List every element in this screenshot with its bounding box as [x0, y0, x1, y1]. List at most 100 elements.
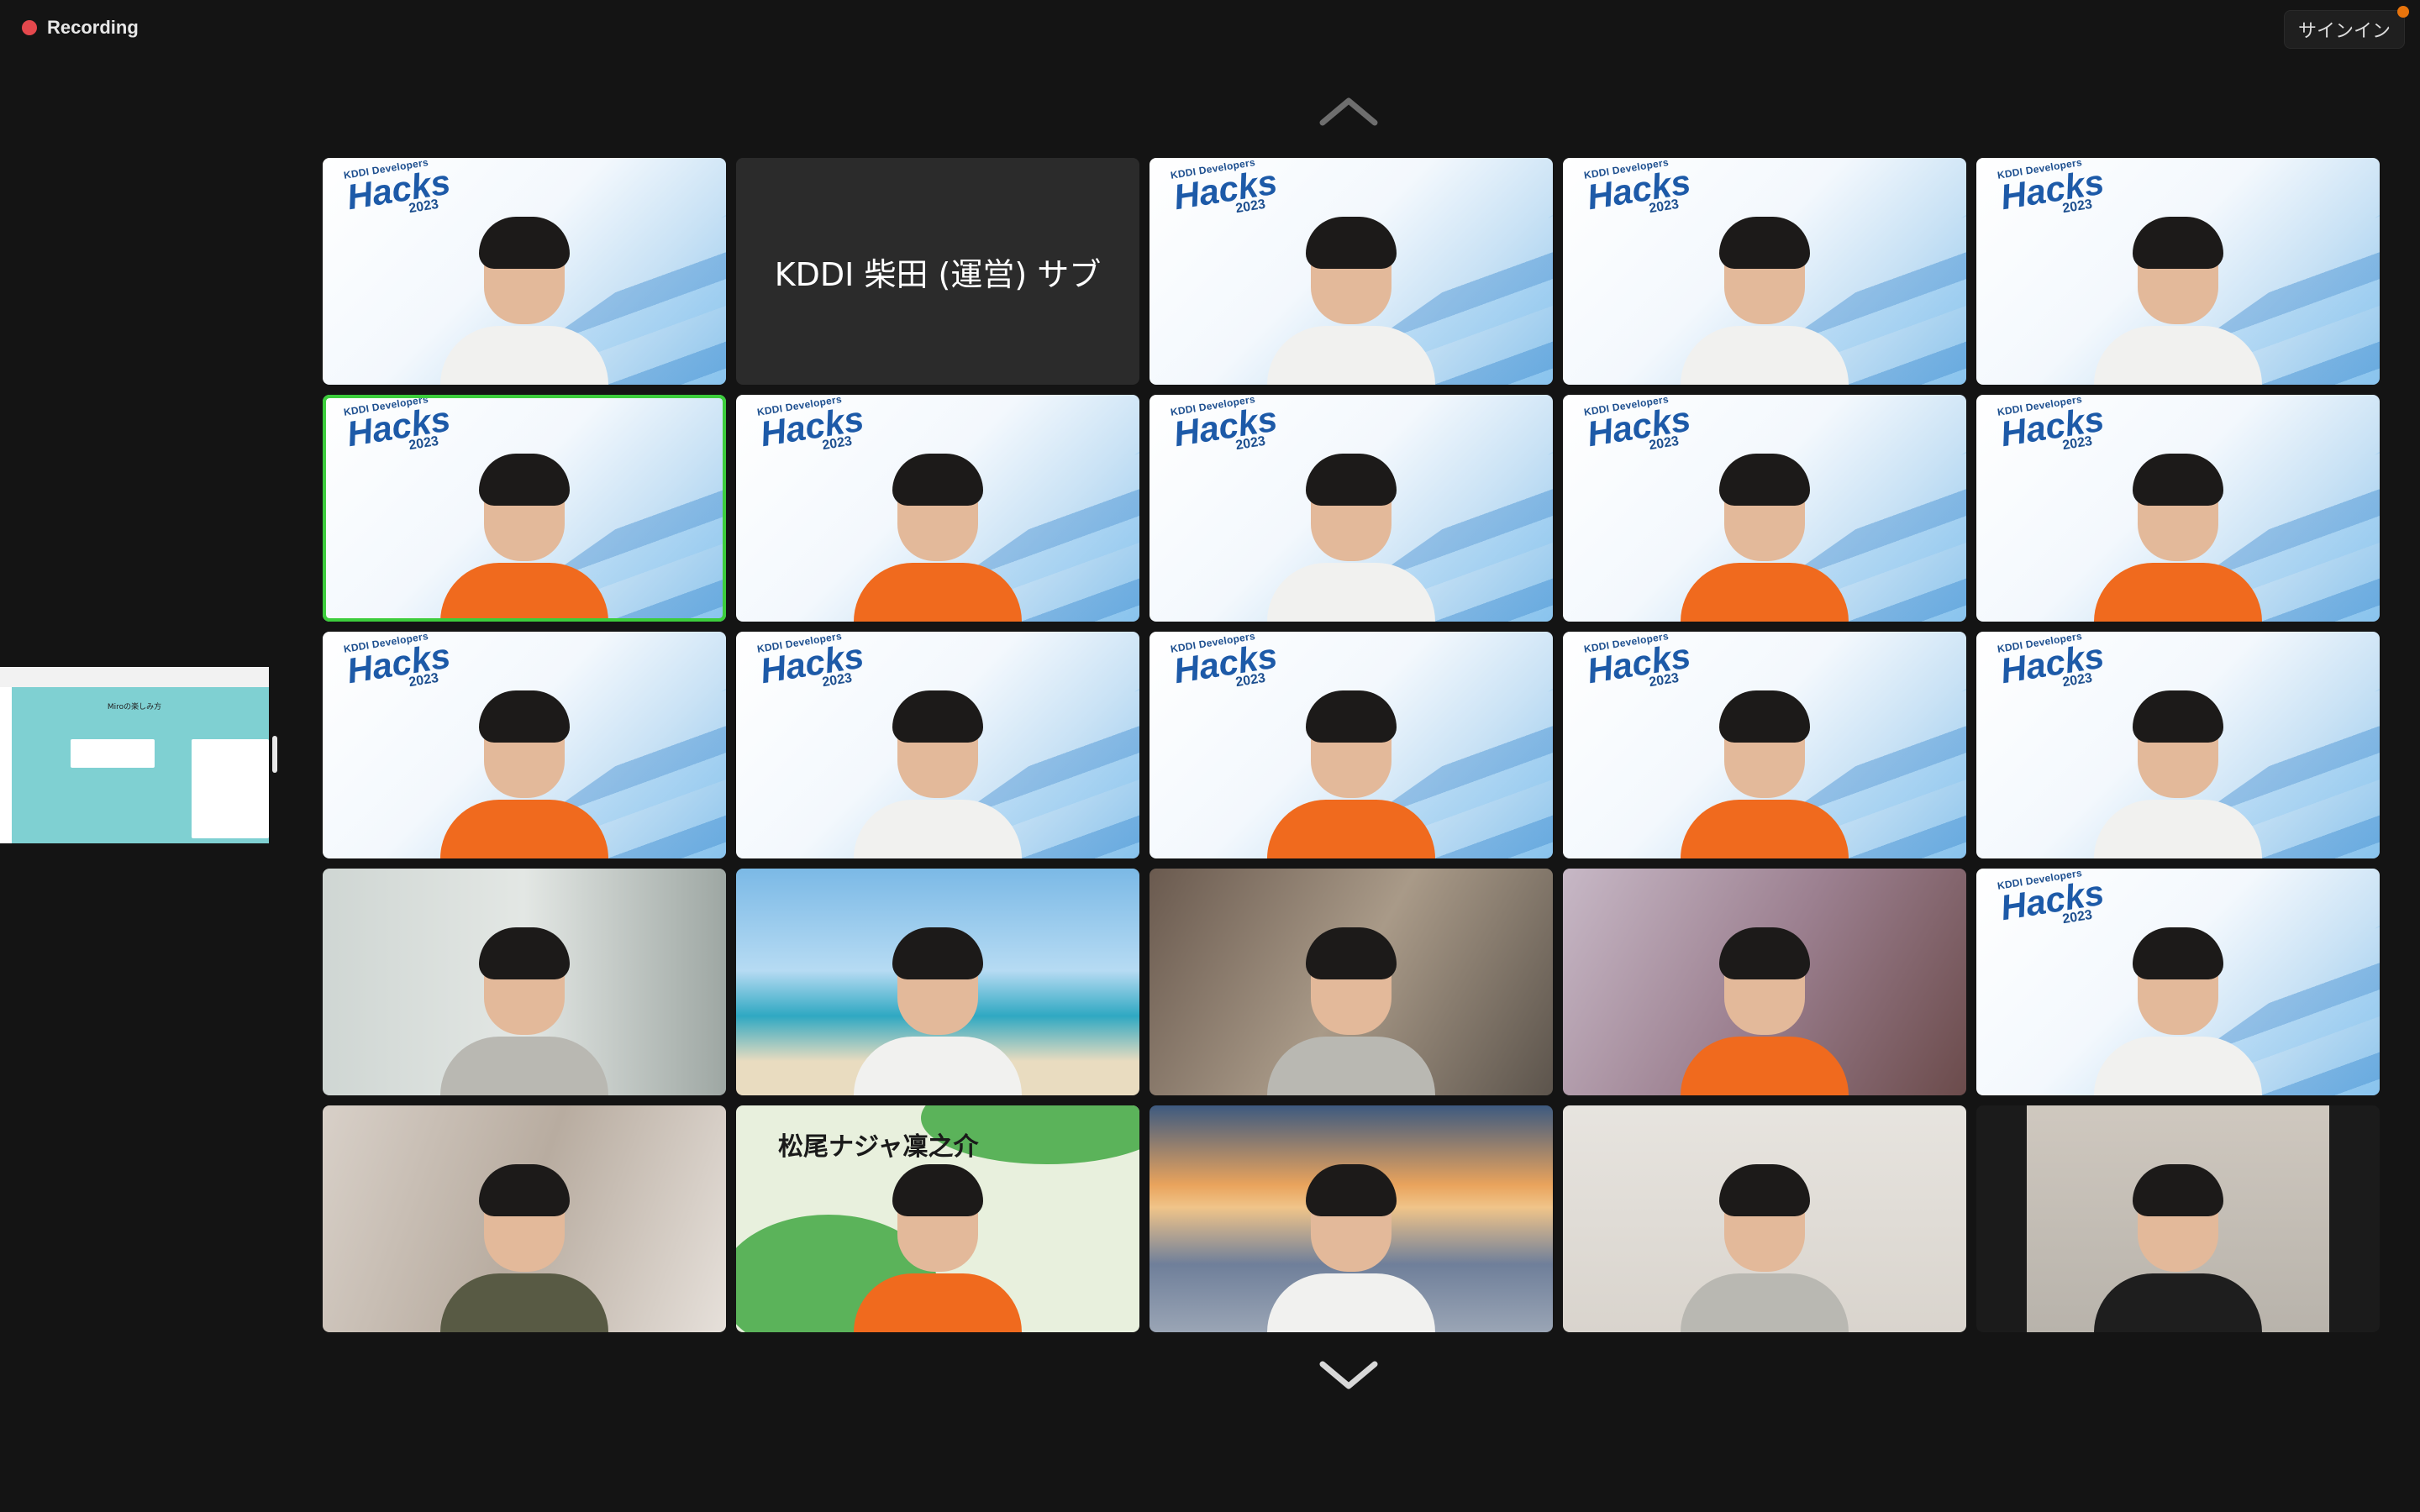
hacks-logo: KDDI Developers Hacks 2023 — [1996, 869, 2107, 937]
person-body — [1681, 326, 1849, 385]
person-body — [1267, 1037, 1435, 1095]
hacks-logo: KDDI Developers Hacks 2023 — [343, 395, 453, 463]
person-body — [440, 1037, 608, 1095]
person-body — [854, 1273, 1022, 1332]
chevron-down-icon[interactable] — [1319, 1359, 1378, 1393]
participant-video — [1267, 665, 1435, 858]
person-body — [1681, 800, 1849, 858]
participant-tile[interactable]: KDDI Developers Hacks 2023 — [323, 395, 726, 622]
signin-button[interactable]: サインイン — [2283, 6, 2409, 49]
participant-tile[interactable]: KDDI Developers Hacks 2023 — [1150, 158, 1553, 385]
participant-tile[interactable]: 松尾ナジャ凜之介 — [736, 1105, 1139, 1332]
recording-indicator[interactable]: Recording — [22, 15, 139, 40]
person-body — [440, 1273, 608, 1332]
participant-video — [440, 665, 608, 858]
thumbnail-resize-handle[interactable] — [272, 736, 277, 773]
participant-tile[interactable]: KDDI Developers Hacks 2023 — [1563, 632, 1966, 858]
hacks-logo: KDDI Developers Hacks 2023 — [1583, 632, 1693, 700]
participant-tile[interactable]: KDDI Developers Hacks 2023 — [1976, 395, 2380, 622]
person-hair — [479, 454, 570, 506]
hacks-logo: KDDI Developers Hacks 2023 — [343, 158, 453, 226]
hacks-logo: KDDI Developers Hacks 2023 — [1170, 395, 1280, 463]
participant-tile[interactable]: KDDI Developers Hacks 2023 — [323, 632, 726, 858]
participant-tile[interactable]: KDDI Developers Hacks 2023 — [1563, 158, 1966, 385]
person-body — [2094, 326, 2262, 385]
person-hair — [1719, 454, 1810, 506]
person-hair — [1306, 217, 1397, 269]
person-body — [440, 326, 608, 385]
person-hair — [479, 1164, 570, 1216]
participant-video — [854, 1139, 1022, 1332]
hacks-logo: KDDI Developers Hacks 2023 — [1170, 632, 1280, 700]
hacks-logo: KDDI Developers Hacks 2023 — [1996, 395, 2107, 463]
person-hair — [1306, 690, 1397, 743]
video-gallery: KDDI Developers Hacks 2023 KDDI 柴田 (運営) サブ K… — [323, 158, 2380, 1332]
person-body — [1681, 1273, 1849, 1332]
participant-video — [1681, 665, 1849, 858]
participant-video — [440, 192, 608, 385]
participant-video — [1681, 902, 1849, 1095]
hacks-logo: KDDI Developers Hacks 2023 — [1996, 632, 2107, 700]
participant-tile[interactable] — [1976, 1105, 2380, 1332]
participant-tile[interactable] — [736, 869, 1139, 1095]
hacks-logo: KDDI Developers Hacks 2023 — [343, 632, 453, 700]
participant-tile[interactable]: KDDI Developers Hacks 2023 — [1976, 632, 2380, 858]
person-body — [1681, 1037, 1849, 1095]
participant-tile[interactable] — [1563, 1105, 1966, 1332]
person-hair — [1719, 927, 1810, 979]
recording-label: Recording — [47, 17, 139, 38]
hacks-logo: KDDI Developers Hacks 2023 — [756, 632, 866, 700]
participant-tile[interactable]: KDDI Developers Hacks 2023 — [1150, 395, 1553, 622]
participant-tile[interactable]: KDDI Developers Hacks 2023 — [736, 395, 1139, 622]
participant-tile[interactable]: KDDI Developers Hacks 2023 — [323, 158, 726, 385]
person-hair — [2133, 927, 2223, 979]
participant-tile[interactable]: KDDI Developers Hacks 2023 — [1150, 632, 1553, 858]
hacks-logo: KDDI Developers Hacks 2023 — [1170, 158, 1280, 226]
shared-screen-thumbnail[interactable]: Miroの楽しみ方 — [0, 667, 269, 843]
person-hair — [1719, 217, 1810, 269]
hacks-logo: KDDI Developers Hacks 2023 — [1583, 158, 1693, 226]
participant-video — [854, 665, 1022, 858]
person-hair — [1719, 1164, 1810, 1216]
thumbnail-title: Miroの楽しみ方 — [107, 703, 162, 711]
participant-video — [1267, 192, 1435, 385]
participant-tile[interactable]: KDDI Developers Hacks 2023 — [1976, 158, 2380, 385]
person-body — [1267, 326, 1435, 385]
thumbnail-card — [192, 739, 269, 838]
participant-tile[interactable]: KDDI Developers Hacks 2023 — [736, 632, 1139, 858]
person-hair — [1719, 690, 1810, 743]
person-body — [1267, 563, 1435, 622]
participant-video — [854, 902, 1022, 1095]
participant-tile[interactable] — [1150, 869, 1553, 1095]
participant-tile[interactable] — [323, 869, 726, 1095]
person-hair — [1306, 454, 1397, 506]
participant-video — [1267, 902, 1435, 1095]
participant-tile[interactable] — [1563, 869, 1966, 1095]
person-hair — [892, 927, 983, 979]
person-hair — [479, 690, 570, 743]
participant-video — [1267, 428, 1435, 622]
person-hair — [479, 927, 570, 979]
participant-tile[interactable]: KDDI Developers Hacks 2023 — [1976, 869, 2380, 1095]
person-hair — [479, 217, 570, 269]
person-hair — [892, 1164, 983, 1216]
participant-tile[interactable] — [1150, 1105, 1553, 1332]
participant-video — [440, 428, 608, 622]
person-body — [854, 800, 1022, 858]
participant-tile[interactable]: KDDI 柴田 (運営) サブ — [736, 158, 1139, 385]
person-hair — [892, 690, 983, 743]
person-body — [2094, 1037, 2262, 1095]
person-body — [1681, 563, 1849, 622]
participant-tile[interactable] — [323, 1105, 726, 1332]
chevron-up-icon[interactable] — [1319, 94, 1378, 128]
participant-video — [440, 1139, 608, 1332]
person-hair — [2133, 690, 2223, 743]
record-dot-icon — [22, 20, 37, 35]
person-body — [2094, 800, 2262, 858]
person-body — [2094, 1273, 2262, 1332]
person-hair — [1306, 1164, 1397, 1216]
person-hair — [1306, 927, 1397, 979]
person-body — [1267, 1273, 1435, 1332]
participant-tile[interactable]: KDDI Developers Hacks 2023 — [1563, 395, 1966, 622]
person-hair — [2133, 1164, 2223, 1216]
